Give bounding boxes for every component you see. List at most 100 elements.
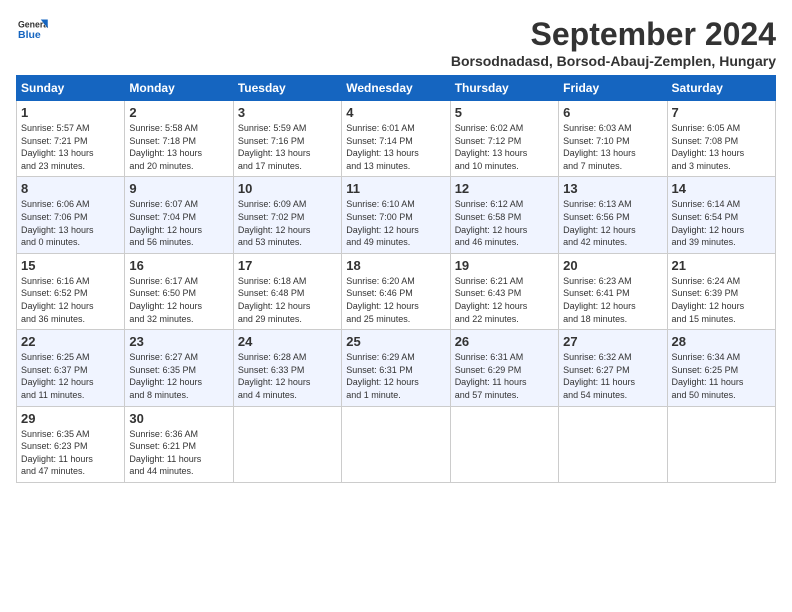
day-number: 18 [346,258,445,273]
day-info: Sunrise: 6:35 AM Sunset: 6:23 PM Dayligh… [21,428,120,478]
table-row: 26 Sunrise: 6:31 AM Sunset: 6:29 PM Dayli… [450,330,558,406]
calendar-week-2: 8 Sunrise: 6:06 AM Sunset: 7:06 PM Daylig… [17,177,776,253]
day-number: 21 [672,258,771,273]
day-number: 1 [21,105,120,120]
day-number: 23 [129,334,228,349]
day-info: Sunrise: 6:24 AM Sunset: 6:39 PM Dayligh… [672,275,771,325]
day-number: 20 [563,258,662,273]
table-row: 29 Sunrise: 6:35 AM Sunset: 6:23 PM Dayli… [17,406,125,482]
day-number: 12 [455,181,554,196]
table-row: 19 Sunrise: 6:21 AM Sunset: 6:43 PM Dayli… [450,253,558,329]
day-number: 19 [455,258,554,273]
day-number: 17 [238,258,337,273]
day-info: Sunrise: 6:36 AM Sunset: 6:21 PM Dayligh… [129,428,228,478]
day-number: 24 [238,334,337,349]
day-info: Sunrise: 6:05 AM Sunset: 7:08 PM Dayligh… [672,122,771,172]
calendar-week-4: 22 Sunrise: 6:25 AM Sunset: 6:37 PM Dayli… [17,330,776,406]
day-number: 13 [563,181,662,196]
day-info: Sunrise: 5:58 AM Sunset: 7:18 PM Dayligh… [129,122,228,172]
day-number: 11 [346,181,445,196]
calendar-week-1: 1Sunrise: 5:57 AM Sunset: 7:21 PM Daylig… [17,101,776,177]
table-row: 10Sunrise: 6:09 AM Sunset: 7:02 PM Dayli… [233,177,341,253]
svg-text:Blue: Blue [18,29,41,41]
table-row: 18 Sunrise: 6:20 AM Sunset: 6:46 PM Dayli… [342,253,450,329]
day-info: Sunrise: 6:21 AM Sunset: 6:43 PM Dayligh… [455,275,554,325]
day-info: Sunrise: 6:12 AM Sunset: 6:58 PM Dayligh… [455,198,554,248]
logo-icon: General Blue [16,16,48,44]
day-number: 2 [129,105,228,120]
day-info: Sunrise: 6:31 AM Sunset: 6:29 PM Dayligh… [455,351,554,401]
day-info: Sunrise: 6:25 AM Sunset: 6:37 PM Dayligh… [21,351,120,401]
day-number: 29 [21,411,120,426]
table-row: 20 Sunrise: 6:23 AM Sunset: 6:41 PM Dayli… [559,253,667,329]
day-info: Sunrise: 6:17 AM Sunset: 6:50 PM Dayligh… [129,275,228,325]
col-monday: Monday [125,76,233,101]
day-number: 4 [346,105,445,120]
day-number: 6 [563,105,662,120]
day-info: Sunrise: 6:02 AM Sunset: 7:12 PM Dayligh… [455,122,554,172]
table-row: 3 Sunrise: 5:59 AM Sunset: 7:16 PM Daylig… [233,101,341,177]
table-row: 4 Sunrise: 6:01 AM Sunset: 7:14 PM Daylig… [342,101,450,177]
day-info: Sunrise: 6:07 AM Sunset: 7:04 PM Dayligh… [129,198,228,248]
table-row: 8 Sunrise: 6:06 AM Sunset: 7:06 PM Daylig… [17,177,125,253]
day-number: 30 [129,411,228,426]
day-info: Sunrise: 6:06 AM Sunset: 7:06 PM Dayligh… [21,198,120,248]
table-row: 2 Sunrise: 5:58 AM Sunset: 7:18 PM Daylig… [125,101,233,177]
table-row: 5Sunrise: 6:02 AM Sunset: 7:12 PM Daylig… [450,101,558,177]
table-row: 7 Sunrise: 6:05 AM Sunset: 7:08 PM Daylig… [667,101,775,177]
col-sunday: Sunday [17,76,125,101]
day-number: 26 [455,334,554,349]
table-row: 1Sunrise: 5:57 AM Sunset: 7:21 PM Daylig… [17,101,125,177]
day-info: Sunrise: 6:01 AM Sunset: 7:14 PM Dayligh… [346,122,445,172]
day-info: Sunrise: 5:59 AM Sunset: 7:16 PM Dayligh… [238,122,337,172]
day-info: Sunrise: 6:29 AM Sunset: 6:31 PM Dayligh… [346,351,445,401]
calendar-table: Sunday Monday Tuesday Wednesday Thursday… [16,75,776,483]
day-number: 14 [672,181,771,196]
table-row: 23Sunrise: 6:27 AM Sunset: 6:35 PM Dayli… [125,330,233,406]
day-info: Sunrise: 6:10 AM Sunset: 7:00 PM Dayligh… [346,198,445,248]
day-info: Sunrise: 6:13 AM Sunset: 6:56 PM Dayligh… [563,198,662,248]
col-saturday: Saturday [667,76,775,101]
day-info: Sunrise: 6:32 AM Sunset: 6:27 PM Dayligh… [563,351,662,401]
table-row: 16 Sunrise: 6:17 AM Sunset: 6:50 PM Dayli… [125,253,233,329]
table-row: 30 Sunrise: 6:36 AM Sunset: 6:21 PM Dayli… [125,406,233,482]
day-info: Sunrise: 6:16 AM Sunset: 6:52 PM Dayligh… [21,275,120,325]
day-info: Sunrise: 6:18 AM Sunset: 6:48 PM Dayligh… [238,275,337,325]
day-number: 16 [129,258,228,273]
day-info: Sunrise: 6:28 AM Sunset: 6:33 PM Dayligh… [238,351,337,401]
day-number: 9 [129,181,228,196]
page-header: General Blue September 2024 Borsodnadasd… [16,16,776,69]
calendar-subtitle: Borsodnadasd, Borsod-Abauj-Zemplen, Hung… [451,53,776,69]
col-wednesday: Wednesday [342,76,450,101]
day-info: Sunrise: 6:20 AM Sunset: 6:46 PM Dayligh… [346,275,445,325]
table-row: 28 Sunrise: 6:34 AM Sunset: 6:25 PM Dayli… [667,330,775,406]
day-number: 8 [21,181,120,196]
calendar-week-3: 15 Sunrise: 6:16 AM Sunset: 6:52 PM Dayli… [17,253,776,329]
table-row [667,406,775,482]
table-row: 6Sunrise: 6:03 AM Sunset: 7:10 PM Daylig… [559,101,667,177]
logo: General Blue [16,16,48,44]
day-number: 28 [672,334,771,349]
col-thursday: Thursday [450,76,558,101]
table-row: 17 Sunrise: 6:18 AM Sunset: 6:48 PM Dayli… [233,253,341,329]
day-number: 3 [238,105,337,120]
day-number: 15 [21,258,120,273]
day-number: 7 [672,105,771,120]
table-row: 12 Sunrise: 6:12 AM Sunset: 6:58 PM Dayli… [450,177,558,253]
table-row: 25Sunrise: 6:29 AM Sunset: 6:31 PM Dayli… [342,330,450,406]
table-row: 15 Sunrise: 6:16 AM Sunset: 6:52 PM Dayli… [17,253,125,329]
day-info: Sunrise: 6:23 AM Sunset: 6:41 PM Dayligh… [563,275,662,325]
table-row: 27 Sunrise: 6:32 AM Sunset: 6:27 PM Dayli… [559,330,667,406]
table-row: 9 Sunrise: 6:07 AM Sunset: 7:04 PM Daylig… [125,177,233,253]
table-row: 21 Sunrise: 6:24 AM Sunset: 6:39 PM Dayli… [667,253,775,329]
table-row [559,406,667,482]
table-row: 14 Sunrise: 6:14 AM Sunset: 6:54 PM Dayli… [667,177,775,253]
day-info: Sunrise: 6:14 AM Sunset: 6:54 PM Dayligh… [672,198,771,248]
calendar-week-5: 29 Sunrise: 6:35 AM Sunset: 6:23 PM Dayli… [17,406,776,482]
day-info: Sunrise: 6:09 AM Sunset: 7:02 PM Dayligh… [238,198,337,248]
day-info: Sunrise: 6:34 AM Sunset: 6:25 PM Dayligh… [672,351,771,401]
table-row: 11 Sunrise: 6:10 AM Sunset: 7:00 PM Dayli… [342,177,450,253]
day-number: 27 [563,334,662,349]
col-tuesday: Tuesday [233,76,341,101]
day-number: 22 [21,334,120,349]
